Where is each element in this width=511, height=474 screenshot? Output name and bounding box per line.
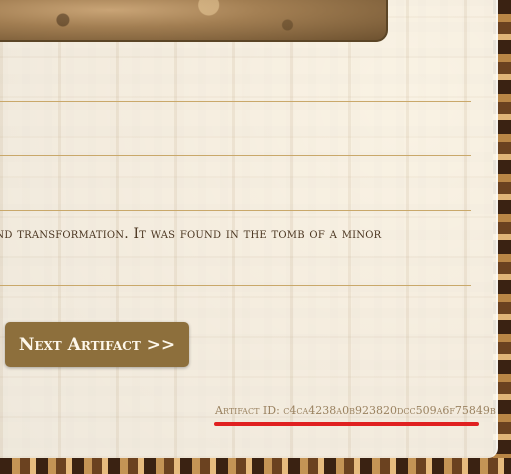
divider (0, 285, 471, 286)
artifact-id: Artifact ID: c4ca4238a0b923820dcc509a6f7… (215, 404, 496, 417)
divider (0, 101, 471, 102)
artifact-id-value: c4ca4238a0b923820dcc509a6f75849b (283, 404, 496, 417)
divider (0, 155, 471, 156)
artifact-id-label: Artifact ID: (215, 404, 280, 417)
artifact-panel: rth and transformation. It was found in … (0, 0, 498, 458)
artifact-description: rth and transformation. It was found in … (0, 226, 382, 242)
divider (0, 210, 471, 211)
decorative-border-bottom (0, 458, 511, 474)
artifact-image (0, 0, 388, 42)
next-artifact-button[interactable]: Next Artifact >> (5, 322, 189, 367)
highlight-underline (214, 422, 479, 426)
